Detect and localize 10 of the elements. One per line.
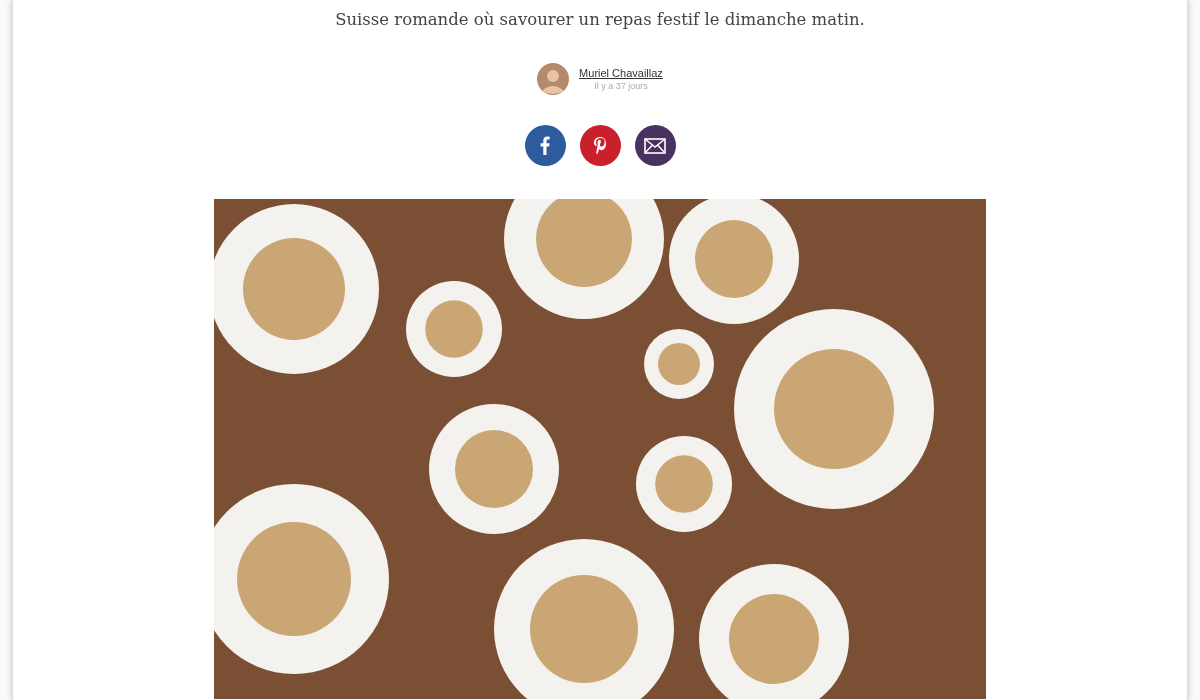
article-intro-text: Suisse romande où savourer un repas festif le dimanche matin. [335,9,865,31]
email-icon [644,137,666,154]
author-name-link[interactable]: Muriel Chavaillaz [579,67,663,79]
pinterest-icon [593,135,607,156]
share-button[interactable] [524,125,566,166]
facebook-icon [540,136,550,155]
share-button[interactable] [579,125,621,166]
author-avatar [537,63,570,95]
share-button[interactable] [634,125,676,166]
post-date: Il y a 37 jours [594,81,648,91]
